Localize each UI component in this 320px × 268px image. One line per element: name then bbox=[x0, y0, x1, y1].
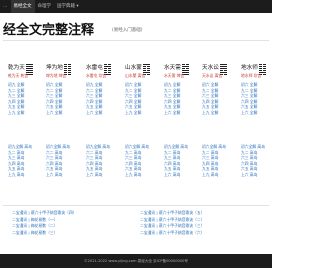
gua-column: 地水师 地水师 坎宫 初六 全解 九二 全解 六三 全解 六四 全解 六五 全解 上六 全解初… bbox=[241, 62, 273, 202]
gua-heading[interactable]: 水雷屯 bbox=[86, 62, 118, 75]
gua-column: 山水蒙 山水蒙 离宫 初六 全解 九二 全解 六三 全解 六四 全解 六五 全解 上九 全解初… bbox=[125, 62, 157, 202]
yao-link[interactable]: 上六 全解 bbox=[46, 110, 78, 116]
yao-link[interactable]: 上九 全解 bbox=[125, 110, 157, 116]
gua-link[interactable]: 乾为天 乾宫 bbox=[8, 73, 40, 79]
gua-name: 山水蒙 bbox=[125, 64, 142, 71]
article-link[interactable]: 二宝通讯 | 蔡六十甲子纳音歌诀（六） bbox=[140, 230, 204, 236]
gua-column: 坤为地 坤为地 坤宫 初六 全解 六二 全解 六三 全解 六四 全解 六五 全解 上六 全解初… bbox=[46, 62, 78, 202]
page-title: 经全文完整注释 bbox=[3, 23, 95, 37]
yao-list: 初九 全解 九二 全解 九三 全解 六四 全解 九五 全解 上六 全解 bbox=[164, 82, 196, 116]
gua-column: 天水讼 天水讼 离宫 初六 全解 九二 全解 六三 全解 九四 全解 九五 全解 上九 全解初… bbox=[202, 62, 234, 202]
yao-link[interactable]: 初九全解 高岛 bbox=[86, 144, 110, 150]
divider bbox=[3, 205, 269, 206]
article-link[interactable]: 二宝通讯 | 蔡六十甲子纳音歌诀（三） bbox=[140, 223, 204, 229]
site-footer: ©2021-2022 www.yijing.com 易经大全 京ICP备0000… bbox=[0, 254, 272, 268]
link-row: 二宝通讯 | 蔡六十甲子纳音歌诀（四） 二宝通讯 | 蔡六十甲子纳音歌诀（五） bbox=[0, 210, 272, 216]
gua-link[interactable]: 山水蒙 离宫 bbox=[125, 73, 157, 79]
yao-link[interactable]: 初六全解 高岛 bbox=[125, 144, 149, 150]
gua-heading[interactable]: 坤为地 bbox=[46, 62, 78, 75]
yao-link[interactable]: 上六 全解 bbox=[86, 110, 118, 116]
gua-column: 乾为天 乾为天 乾宫 初九 全解 九二 全解 九三 全解 九四 全解 九五 全解 上九 全解初… bbox=[8, 62, 40, 202]
link-row: 二宝通讯 | 梅花易数（一） 二宝通讯 | 蔡六十甲子纳音歌诀（二） bbox=[0, 217, 272, 223]
gua-name: 水雷屯 bbox=[86, 64, 103, 71]
gua-link[interactable]: 坤为地 坤宫 bbox=[46, 73, 78, 79]
gua-heading[interactable]: 水天需 bbox=[164, 62, 196, 75]
article-link[interactable]: 二宝通讯 | 梅花易数（三） bbox=[12, 230, 57, 236]
yao-link[interactable]: 初六全解 高岛 bbox=[202, 144, 226, 150]
nav-item-yijing[interactable]: 易经全文 bbox=[10, 0, 35, 13]
yao-link[interactable]: 上九 全解 bbox=[8, 110, 40, 116]
gua-heading[interactable]: 乾为天 bbox=[8, 62, 40, 75]
hexagram-icon bbox=[63, 63, 71, 75]
gua-link[interactable]: 水雷屯 坎宫 bbox=[86, 73, 118, 79]
yao-list-gaodao: 初六全解 高岛 六二 高岛 六三 高岛 六四 高岛 六五 高岛 上六 高岛 bbox=[46, 144, 70, 178]
yao-link[interactable]: 上六 高岛 bbox=[241, 172, 265, 178]
gua-name: 坤为地 bbox=[46, 64, 63, 71]
yao-link[interactable]: 上九 高岛 bbox=[202, 172, 226, 178]
yao-link[interactable]: 上六 全解 bbox=[164, 110, 196, 116]
yao-list: 初六 全解 六二 全解 六三 全解 六四 全解 六五 全解 上六 全解 bbox=[46, 82, 78, 116]
link-row: 二宝通讯 | 梅花易数（二） 二宝通讯 | 蔡六十甲子纳音歌诀（三） bbox=[0, 223, 272, 229]
yao-list-gaodao: 初九全解 高岛 九二 高岛 九三 高岛 九四 高岛 九五 高岛 上九 高岛 bbox=[8, 144, 32, 178]
yao-link[interactable]: 初六全解 高岛 bbox=[46, 144, 70, 150]
yao-link[interactable]: 上九 高岛 bbox=[8, 172, 32, 178]
yao-list-gaodao: 初九全解 高岛 九二 高岛 九三 高岛 六四 高岛 九五 高岛 上六 高岛 bbox=[164, 144, 188, 178]
yao-link[interactable]: 上九 高岛 bbox=[125, 172, 149, 178]
yao-link[interactable]: 初六全解 高岛 bbox=[241, 144, 265, 150]
page-header: 经全文完整注释 (易经入门基础) bbox=[0, 19, 272, 37]
yao-list-gaodao: 初九全解 高岛 六二 高岛 六三 高岛 六四 高岛 九五 高岛 上六 高岛 bbox=[86, 144, 110, 178]
yao-list-gaodao: 初六全解 高岛 九二 高岛 六三 高岛 六四 高岛 六五 高岛 上九 高岛 bbox=[125, 144, 149, 178]
hexagram-icon bbox=[219, 63, 227, 75]
gua-heading[interactable]: 天水讼 bbox=[202, 62, 234, 75]
hexagram-icon bbox=[258, 63, 266, 75]
gua-name: 水天需 bbox=[164, 64, 181, 71]
hexagram-icon bbox=[181, 63, 189, 75]
article-link[interactable]: 二宝通讯 | 蔡六十甲子纳音歌诀（四） bbox=[12, 210, 76, 216]
gua-link[interactable]: 天水讼 离宫 bbox=[202, 73, 234, 79]
yao-list: 初六 全解 九二 全解 六三 全解 六四 全解 六五 全解 上六 全解 bbox=[241, 82, 273, 116]
yao-list: 初九 全解 六二 全解 六三 全解 六四 全解 九五 全解 上六 全解 bbox=[86, 82, 118, 116]
yao-list: 初六 全解 九二 全解 六三 全解 九四 全解 九五 全解 上九 全解 bbox=[202, 82, 234, 116]
gua-name: 天水讼 bbox=[202, 64, 219, 71]
hexagram-icon bbox=[103, 63, 111, 75]
article-link[interactable]: 二宝通讯 | 梅花易数（一） bbox=[12, 217, 57, 223]
yao-link[interactable]: 初九全解 高岛 bbox=[8, 144, 32, 150]
top-nav: … 易经全文 命理学 国学典籍 ▾ bbox=[0, 0, 272, 13]
gua-name: 乾为天 bbox=[8, 64, 25, 71]
yao-link[interactable]: 上六 全解 bbox=[241, 110, 273, 116]
link-row: 二宝通讯 | 梅花易数（三） 二宝通讯 | 蔡六十甲子纳音歌诀（六） bbox=[0, 230, 272, 236]
gua-name: 地水师 bbox=[241, 64, 258, 71]
nav-item-guoxue-dropdown[interactable]: 国学典籍 ▾ bbox=[54, 0, 82, 13]
gua-column: 水天需 水天需 坤宫 初九 全解 九二 全解 九三 全解 六四 全解 九五 全解 上六 全解初… bbox=[164, 62, 196, 202]
gua-heading[interactable]: 地水师 bbox=[241, 62, 273, 75]
yao-list-gaodao: 初六全解 高岛 九二 高岛 六三 高岛 九四 高岛 九五 高岛 上九 高岛 bbox=[202, 144, 226, 178]
yao-link[interactable]: 上六 高岛 bbox=[164, 172, 188, 178]
nav-item-mingli[interactable]: 命理学 bbox=[35, 0, 55, 13]
hexagram-icon bbox=[142, 63, 150, 75]
yao-link[interactable]: 上六 高岛 bbox=[86, 172, 110, 178]
gua-heading[interactable]: 山水蒙 bbox=[125, 62, 157, 75]
gua-link[interactable]: 地水师 坎宫 bbox=[241, 73, 273, 79]
yao-list: 初六 全解 九二 全解 六三 全解 六四 全解 六五 全解 上九 全解 bbox=[125, 82, 157, 116]
yao-list: 初九 全解 九二 全解 九三 全解 九四 全解 九五 全解 上九 全解 bbox=[8, 82, 40, 116]
divider bbox=[3, 40, 269, 41]
gua-link[interactable]: 水天需 坤宫 bbox=[164, 73, 196, 79]
hexagram-icon bbox=[25, 63, 33, 75]
nav-item-home[interactable]: … bbox=[0, 0, 11, 13]
yao-link[interactable]: 上六 高岛 bbox=[46, 172, 70, 178]
article-link[interactable]: 二宝通讯 | 蔡六十甲子纳音歌诀（五） bbox=[140, 210, 204, 216]
article-link[interactable]: 二宝通讯 | 蔡六十甲子纳音歌诀（二） bbox=[140, 217, 204, 223]
page-subtitle: (易经入门基础) bbox=[112, 28, 143, 33]
article-link[interactable]: 二宝通讯 | 梅花易数（二） bbox=[12, 223, 57, 229]
gua-column: 水雷屯 水雷屯 坎宫 初九 全解 六二 全解 六三 全解 六四 全解 九五 全解 上六 全解初… bbox=[86, 62, 118, 202]
yao-link[interactable]: 上九 全解 bbox=[202, 110, 234, 116]
yao-list-gaodao: 初六全解 高岛 九二 高岛 六三 高岛 六四 高岛 六五 高岛 上六 高岛 bbox=[241, 144, 265, 178]
yao-link[interactable]: 初九全解 高岛 bbox=[164, 144, 188, 150]
